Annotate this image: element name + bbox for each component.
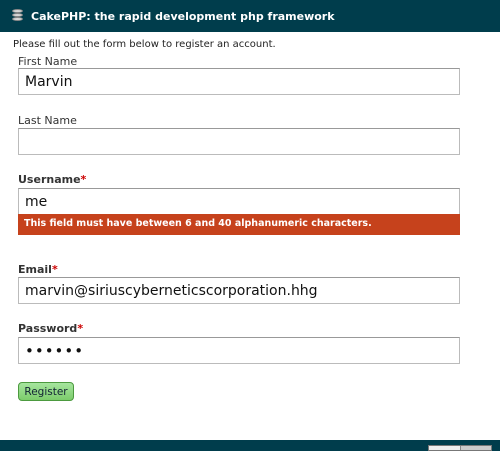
email-label-text: Email [18,263,52,276]
first-name-label: First Name [18,55,78,68]
email-field[interactable]: marvin@siriuscyberneticscorporation.hhg [18,277,460,304]
username-label-text: Username [18,173,81,186]
powered-by-badge[interactable] [428,445,492,451]
last-name-field[interactable] [18,128,460,155]
first-name-field[interactable]: Marvin [18,68,460,95]
cake-stack-icon [11,8,24,24]
password-field[interactable]: •••••• [18,337,460,364]
required-marker: * [51,263,58,276]
app-footer [0,440,500,451]
username-label: Username* [18,173,86,186]
last-name-label: Last Name [18,114,77,127]
username-field[interactable]: me [18,188,460,215]
required-marker: * [80,173,87,186]
username-error-message: This field must have between 6 and 40 al… [18,214,460,235]
password-label-text: Password [18,322,78,335]
app-header: CakePHP: the rapid development php frame… [0,0,500,32]
password-label: Password* [18,322,83,335]
badge-left [429,446,460,450]
form-intro-text: Please fill out the form below to regist… [13,39,276,50]
required-marker: * [77,322,84,335]
app-title: CakePHP: the rapid development php frame… [31,9,335,23]
email-label: Email* [18,263,58,276]
badge-right [459,446,491,450]
register-button[interactable]: Register [18,382,74,401]
